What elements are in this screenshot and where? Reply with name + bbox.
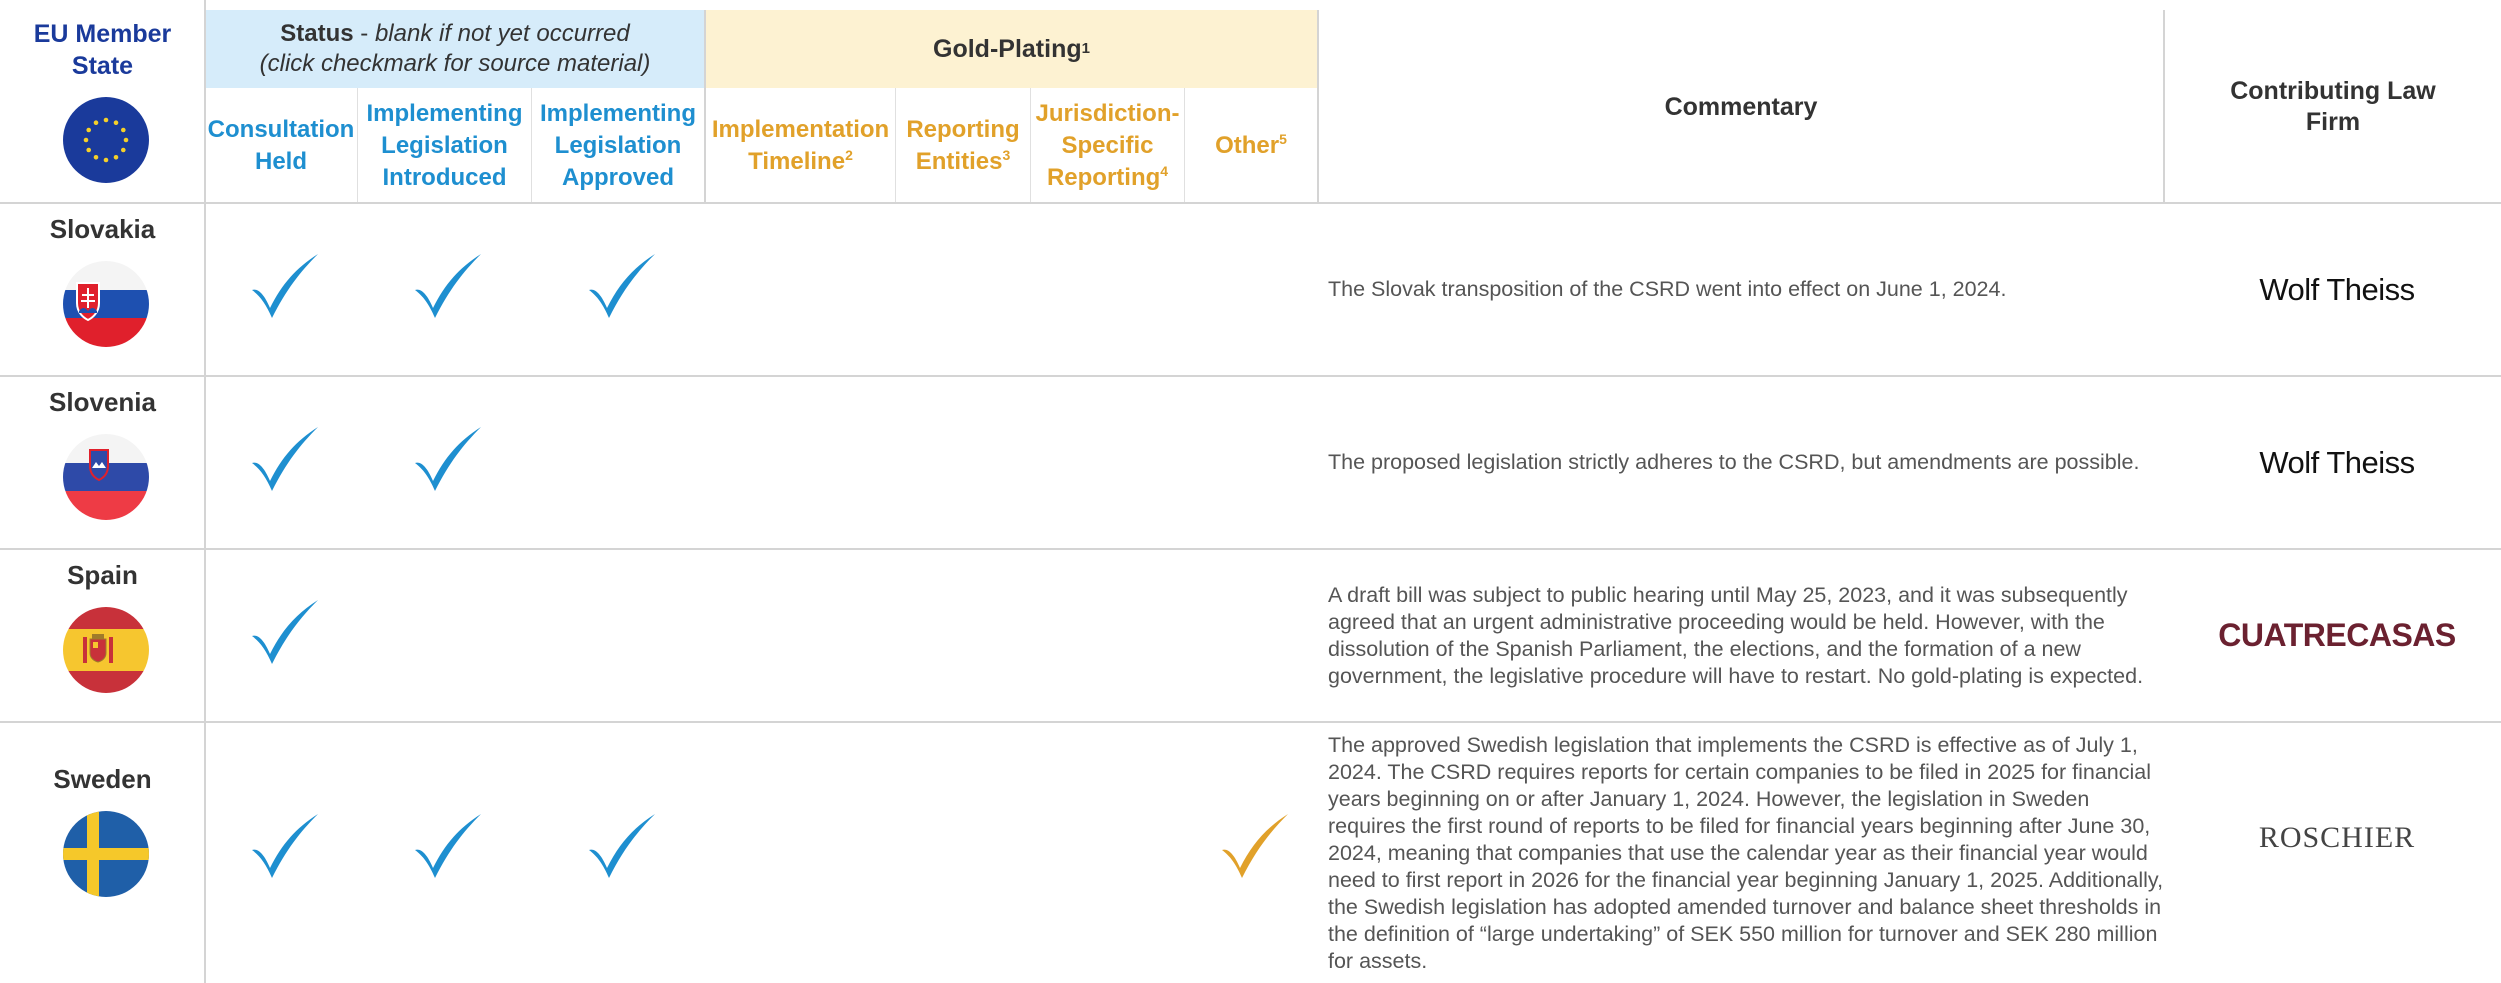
- law-firm-logo: CUATRECASAS: [2165, 550, 2501, 721]
- commentary-body: A draft bill was subject to public heari…: [1328, 582, 2144, 688]
- col-consultation-held: Consultation Held: [205, 88, 357, 204]
- status-title: Status: [280, 20, 354, 47]
- contributing-firm-header: Contributing Law Firm: [2230, 77, 2436, 136]
- law-firm-name: ROSCHIER: [2258, 821, 2416, 854]
- gold-plating-title: Gold-Plating: [933, 34, 1082, 63]
- row-divider: [0, 721, 2501, 723]
- commentary-header: Commentary: [1664, 92, 1818, 121]
- col-jurisdiction-specific-reporting: Jurisdiction-Specific Reporting4: [1031, 88, 1184, 204]
- checkmark-icon[interactable]: [411, 423, 483, 495]
- country-name: Spain: [67, 560, 138, 590]
- commentary-body: The approved Swedish legislation that im…: [1328, 733, 2164, 973]
- col-footnote: 4: [1160, 163, 1169, 179]
- eu-flag-icon: [63, 97, 149, 183]
- member-state-header: EU Member State: [33, 20, 172, 80]
- law-firm-logo: Wolf Theiss: [2165, 377, 2501, 548]
- checkmark-icon[interactable]: [411, 810, 483, 882]
- col-footnote: 5: [1279, 131, 1287, 147]
- country-name: Sweden: [53, 764, 152, 794]
- law-firm-name: Wolf Theiss: [2259, 271, 2415, 307]
- col-implementation-timeline: Implementation Timeline2: [706, 88, 895, 204]
- checkmark-icon[interactable]: [248, 810, 320, 882]
- slovakia-flag-icon: [63, 261, 149, 347]
- col-label: Consultation Held: [207, 116, 355, 175]
- commentary-text: The proposed legislation strictly adhere…: [1328, 377, 2168, 548]
- col-label: Reporting Entities: [906, 116, 1020, 175]
- gold-plating-header: Gold-Plating 1: [933, 34, 1090, 63]
- commentary-body: The proposed legislation strictly adhere…: [1328, 450, 2140, 474]
- law-firm-name: Wolf Theiss: [2259, 444, 2415, 480]
- checkmark-icon[interactable]: [248, 423, 320, 495]
- law-firm-logo: ROSCHIER: [2165, 723, 2501, 953]
- commentary-body: The Slovak transposition of the CSRD wen…: [1328, 277, 2007, 301]
- col-label: Jurisdiction-Specific Reporting: [1035, 100, 1180, 191]
- gold-checkmark-icon[interactable]: [1218, 810, 1290, 882]
- status-separator: -: [353, 20, 375, 47]
- col-reporting-entities: Reporting Entities3: [896, 88, 1030, 204]
- spain-flag-icon: [63, 607, 149, 693]
- col-footnote: 3: [1002, 147, 1011, 163]
- col-legislation-introduced: Implementing Legislation Introduced: [358, 88, 531, 204]
- commentary-text: The approved Swedish legislation that im…: [1328, 727, 2168, 983]
- col-label: Implementation Timeline: [711, 116, 890, 175]
- law-firm-logo: Wolf Theiss: [2165, 204, 2501, 375]
- country-name: Slovakia: [49, 214, 156, 244]
- status-header: Status - blank if not yet occurred (clic…: [205, 10, 705, 88]
- checkmark-icon[interactable]: [585, 250, 657, 322]
- slovenia-flag-icon: [63, 434, 149, 520]
- status-source-note: (click checkmark for source material): [259, 50, 651, 77]
- checkmark-icon[interactable]: [248, 596, 320, 668]
- checkmark-icon[interactable]: [411, 250, 483, 322]
- col-legislation-approved: Implementing Legislation Approved: [532, 88, 704, 204]
- col-footnote: 2: [845, 147, 853, 163]
- status-note: blank if not yet occurred: [374, 20, 630, 47]
- col-label: Other: [1215, 132, 1280, 159]
- checkmark-icon[interactable]: [248, 250, 320, 322]
- col-label: Implementing Legislation Introduced: [366, 100, 523, 191]
- sweden-flag-icon: [63, 811, 149, 897]
- col-other: Other5: [1185, 88, 1317, 204]
- col-label: Implementing Legislation Approved: [539, 100, 696, 191]
- country-name: Slovenia: [49, 387, 156, 417]
- commentary-text: A draft bill was subject to public heari…: [1328, 550, 2168, 721]
- commentary-text: The Slovak transposition of the CSRD wen…: [1328, 204, 2168, 375]
- law-firm-name: CUATRECASAS: [2218, 617, 2456, 653]
- checkmark-icon[interactable]: [585, 810, 657, 882]
